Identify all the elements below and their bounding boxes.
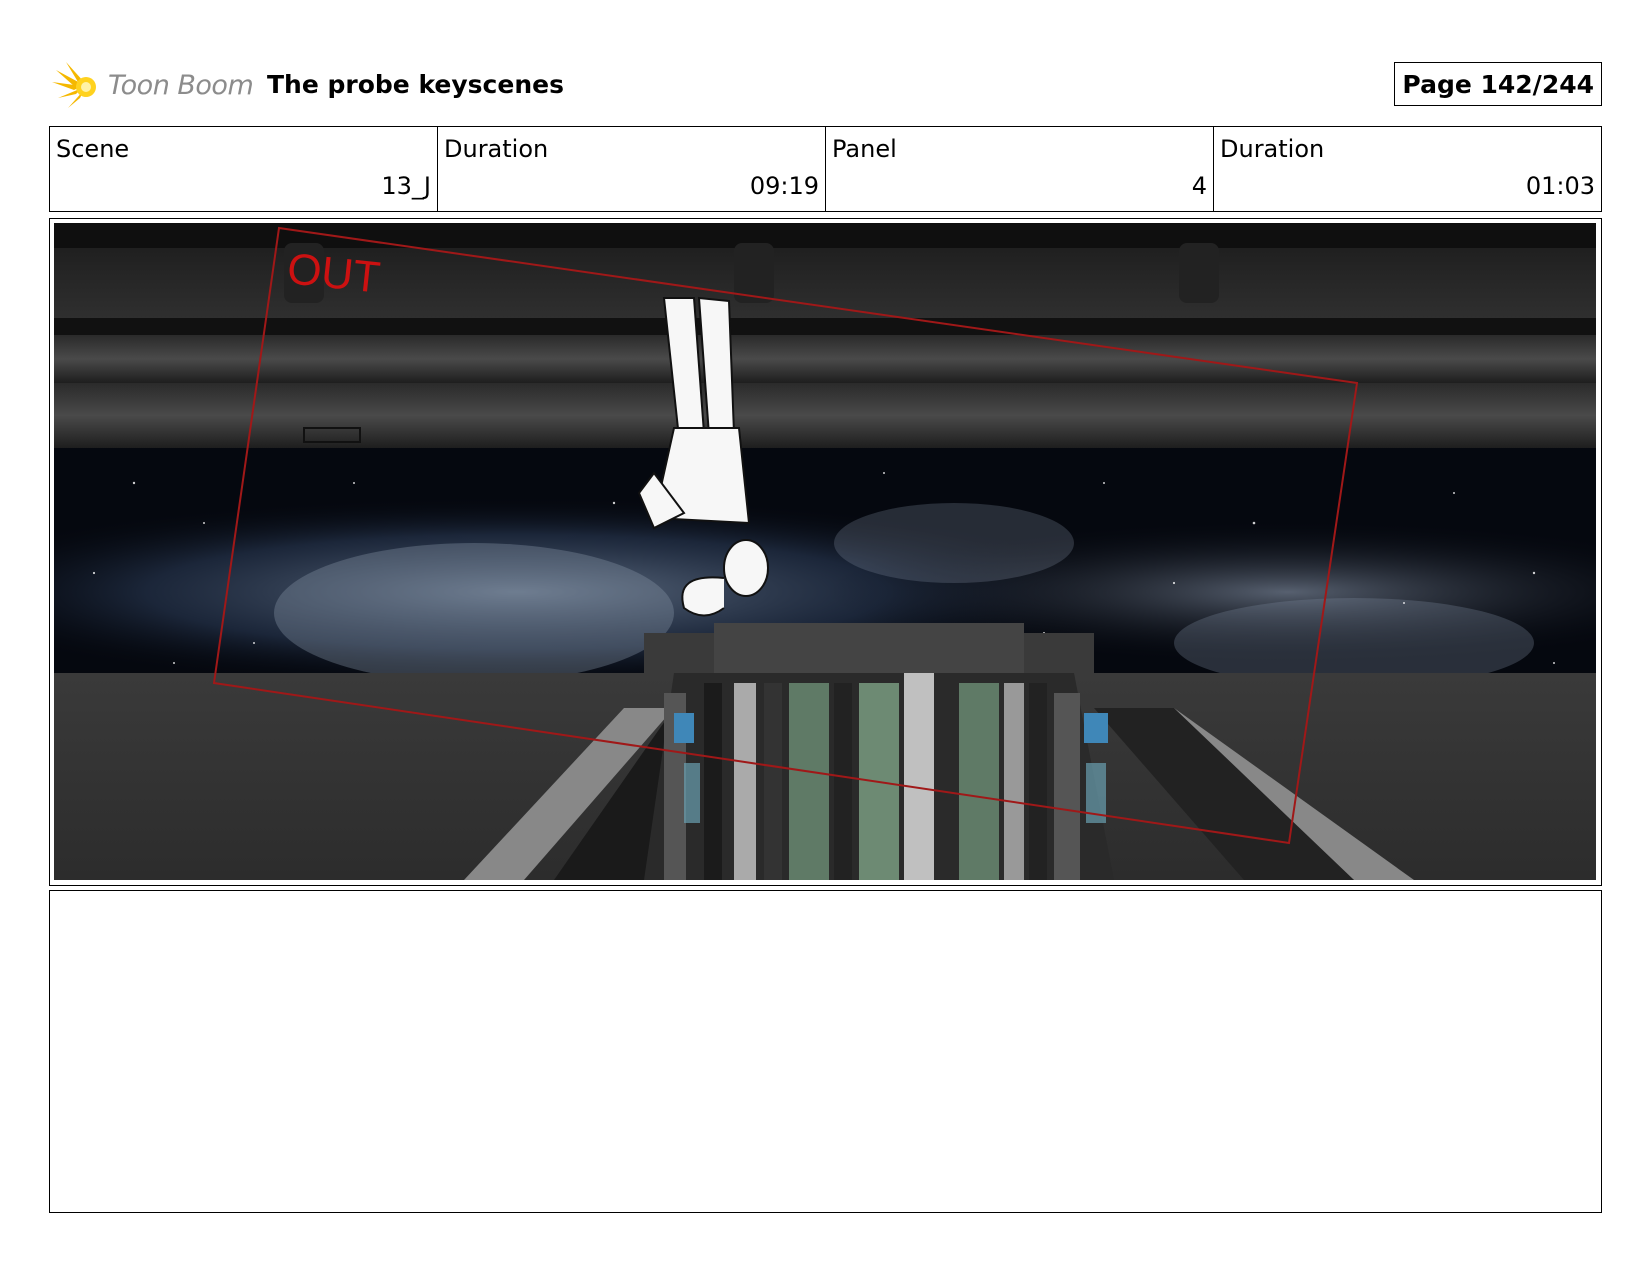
logo-text: Toon Boom (108, 70, 254, 101)
panel-duration-value: 01:03 (1525, 172, 1595, 200)
scene-value: 13_J (381, 172, 431, 200)
panel-duration-cell: Duration 01:03 (1213, 127, 1601, 211)
space-station-scene: OUT (54, 223, 1596, 880)
document-title: The probe keyscenes (267, 70, 564, 99)
notes-area[interactable] (49, 890, 1602, 1213)
panel-label: Panel (832, 135, 897, 163)
page-header: Toon Boom The probe keyscenes Page 142/2… (50, 58, 1602, 114)
scene-duration-label: Duration (444, 135, 549, 163)
out-annotation: OUT (285, 244, 383, 302)
panel-duration-label: Duration (1220, 135, 1325, 163)
storyboard-panel: OUT (49, 218, 1602, 886)
toon-boom-logo-icon (52, 62, 96, 108)
scene-info-table: Scene 13_J Duration 09:19 Panel 4 Durati… (49, 126, 1602, 212)
panel-artwork: OUT (54, 223, 1596, 880)
scene-duration-value: 09:19 (749, 172, 819, 200)
scene-cell: Scene 13_J (50, 127, 437, 211)
page-number: Page 142/244 (1394, 62, 1602, 106)
panel-cell: Panel 4 (825, 127, 1213, 211)
scene-label: Scene (56, 135, 130, 163)
scene-duration-cell: Duration 09:19 (437, 127, 825, 211)
panel-value: 4 (1191, 172, 1207, 200)
